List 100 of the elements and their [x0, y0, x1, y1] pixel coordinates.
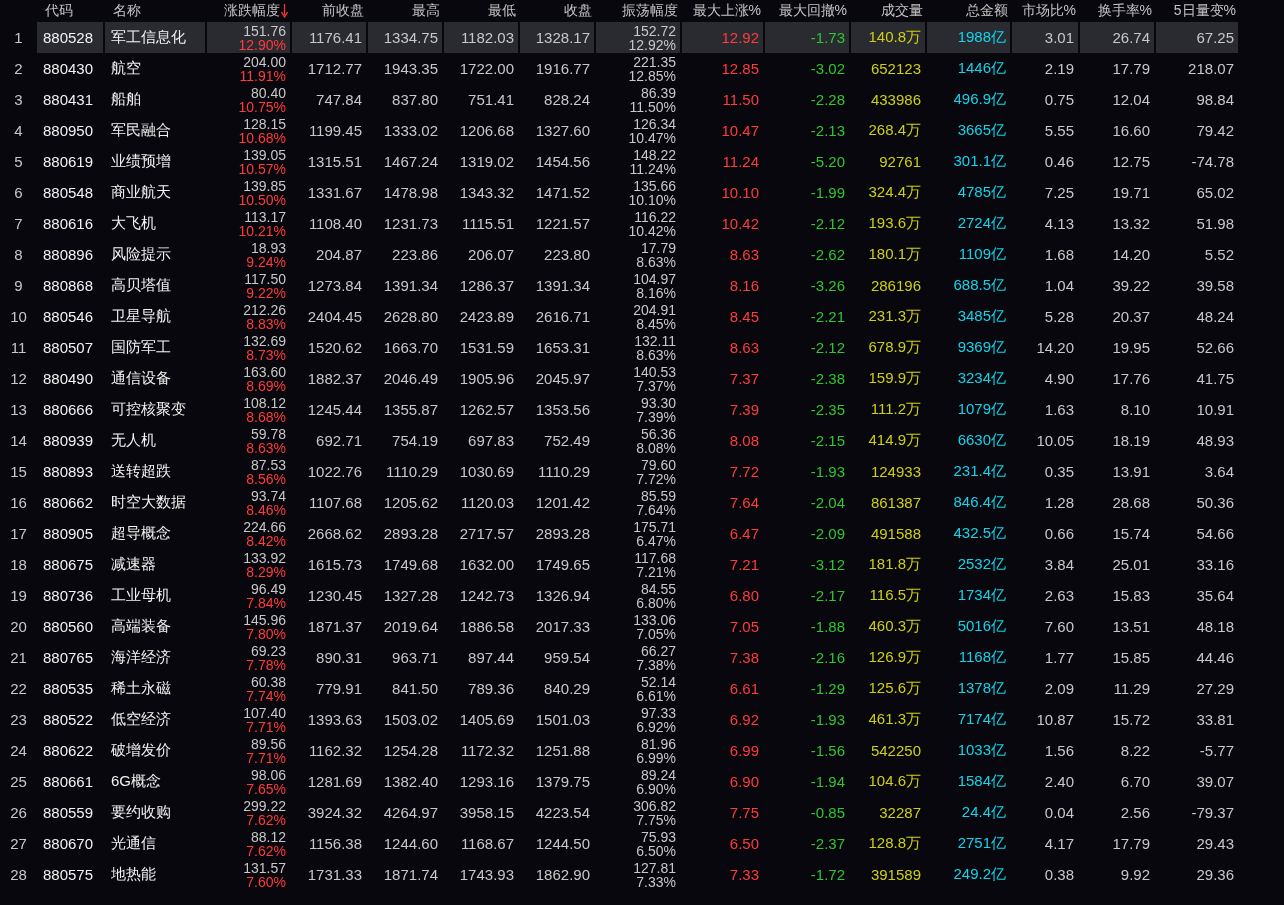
- table-row[interactable]: 880522 低空经济 107.40 7.71% 1393.63 1503.02 1405.69 1501.03 97.33 6.92% 6.92 -1.93 461.3万 7174亿 10.87 15.72 33.81: [37, 704, 1240, 735]
- column-header[interactable]: 振荡幅度: [622, 2, 678, 20]
- table-cell: 1168.67: [444, 828, 520, 859]
- change-percent: 9.24%: [246, 254, 286, 269]
- change-percent: 8.69%: [246, 378, 286, 393]
- table-row[interactable]: 880666 可控核聚变 108.12 8.68% 1245.44 1355.87 1262.57 1353.56 93.30 7.39% 7.39 -2.35 111.2万 1079亿 1.63 8.10 10.91: [37, 394, 1240, 425]
- change-value: 140.53: [633, 364, 676, 379]
- column-header[interactable]: 名称: [113, 2, 141, 20]
- table-cell: 39.07: [1156, 766, 1240, 797]
- change-value: 221.35: [633, 54, 676, 69]
- stock-code: 880548: [37, 177, 105, 208]
- column-header[interactable]: 成交量: [881, 2, 923, 20]
- table-cell: 54.66: [1156, 518, 1240, 549]
- sector-name: 高贝塔值: [105, 270, 207, 301]
- table-cell: 15.74: [1080, 518, 1156, 549]
- change-value: 299.22: [243, 798, 286, 813]
- table-cell: 1205.62: [368, 487, 444, 518]
- column-header[interactable]: 涨跌幅度: [224, 2, 280, 20]
- column-header[interactable]: 总金额: [966, 2, 1008, 20]
- column-header[interactable]: 最大上涨%: [692, 2, 761, 20]
- table-cell: 1244.60: [368, 828, 444, 859]
- column-header[interactable]: 前收盘: [322, 2, 364, 20]
- table-row[interactable]: 880619 业绩预增 139.05 10.57% 1315.51 1467.24 1319.02 1454.56 148.22 11.24% 11.24 -5.20 92761 301.1亿 0.46 12.75 -74.78: [37, 146, 1240, 177]
- table-row[interactable]: 880670 光通信 88.12 7.62% 1156.38 1244.60 1168.67 1244.50 75.93 6.50% 6.50 -2.37 128.8万 2751亿 4.17 17.79 29.43: [37, 828, 1240, 859]
- change-percent: 8.16%: [636, 285, 676, 300]
- table-cell: 2893.28: [520, 518, 596, 549]
- table-cell: 1.28: [1012, 487, 1080, 518]
- table-row[interactable]: 880546 卫星导航 212.26 8.83% 2404.45 2628.80 2423.89 2616.71 204.91 8.45% 8.45 -2.21 231.3万 3485亿 5.28 20.37 48.24: [37, 301, 1240, 332]
- table-cell: 8.10: [1080, 394, 1156, 425]
- change-percent: 8.46%: [246, 502, 286, 517]
- table-row[interactable]: 880490 通信设备 163.60 8.69% 1882.37 2046.49 1905.96 2045.97 140.53 7.37% 7.37 -2.38 159.9万 3234亿 4.90 17.76 41.75: [37, 363, 1240, 394]
- table-cell: 15.83: [1080, 580, 1156, 611]
- stock-code: 880431: [37, 84, 105, 115]
- table-cell: 2724亿: [927, 208, 1012, 239]
- change-percent: 7.21%: [636, 564, 676, 579]
- table-row[interactable]: 880528 军工信息化 151.76 12.90% 1176.41 1334.75 1182.03 1328.17 152.72 12.92% 12.92 -1.73 140.8万 1988亿 3.01 26.74 67.25: [37, 22, 1240, 53]
- table-row[interactable]: 880675 减速器 133.92 8.29% 1615.73 1749.68 1632.00 1749.65 117.68 7.21% 7.21 -3.12 181.8万 2532亿 3.84 25.01 33.16: [37, 549, 1240, 580]
- column-header[interactable]: 最高: [412, 2, 440, 20]
- change-percent: 7.72%: [636, 471, 676, 486]
- change-value: 128.15: [243, 116, 286, 131]
- column-header[interactable]: 市场比%: [1021, 2, 1076, 20]
- column-header[interactable]: 代码: [45, 2, 73, 20]
- table-cell: 28.68: [1080, 487, 1156, 518]
- table-row[interactable]: 880431 船舶 80.40 10.75% 747.84 837.80 751.41 828.24 86.39 11.50% 11.50 -2.28 433986 496.9亿 0.75 12.04 98.84: [37, 84, 1240, 115]
- change-percent: 12.90%: [238, 37, 286, 52]
- column-header[interactable]: 最低: [488, 2, 516, 20]
- table-cell: 1722.00: [444, 53, 520, 84]
- table-cell: 2045.97: [520, 363, 596, 394]
- change-value: 145.96: [243, 612, 286, 627]
- change-value: 59.78: [250, 426, 286, 441]
- table-cell: 0.38: [1012, 859, 1080, 890]
- table-row[interactable]: 880535 稀土永磁 60.38 7.74% 779.91 841.50 789.36 840.29 52.14 6.61% 6.61 -1.29 125.6万 1378亿 2.09 11.29 27.29: [37, 673, 1240, 704]
- change-percent: 7.78%: [246, 657, 286, 672]
- table-cell: 1107.68: [292, 487, 368, 518]
- table-row[interactable]: 880661 6G概念 98.06 7.65% 1281.69 1382.40 1293.16 1379.75 89.24 6.90% 6.90 -1.94 104.6万 1584亿 2.40 6.70 39.07: [37, 766, 1240, 797]
- table-row[interactable]: 880736 工业母机 96.49 7.84% 1230.45 1327.28 1242.73 1326.94 84.55 6.80% 6.80 -2.17 116.5万 1734亿 2.63 15.83 35.64: [37, 580, 1240, 611]
- table-row[interactable]: 880616 大飞机 113.17 10.21% 1108.40 1231.73 1115.51 1221.57 116.22 10.42% 10.42 -2.12 193.6万 2724亿 4.13 13.32 51.98: [37, 208, 1240, 239]
- column-header[interactable]: 换手率%: [1097, 2, 1152, 20]
- table-row[interactable]: 880548 商业航天 139.85 10.50% 1331.67 1478.98 1343.32 1471.52 135.66 10.10% 10.10 -1.99 324.4万 4785亿 7.25 19.71 65.02: [37, 177, 1240, 208]
- table-cell: 3.01: [1012, 22, 1080, 53]
- change-percent: 7.37%: [636, 378, 676, 393]
- sector-name: 送转超跌: [105, 456, 207, 487]
- table-row[interactable]: 880950 军民融合 128.15 10.68% 1199.45 1333.02 1206.68 1327.60 126.34 10.47% 10.47 -2.13 268.4万 3665亿 5.55 16.60 79.42: [37, 115, 1240, 146]
- table-cell: 67.25: [1156, 22, 1240, 53]
- table-cell: 7.38: [682, 642, 765, 673]
- change-value: 79.60: [640, 457, 676, 472]
- table-cell: 1712.77: [292, 53, 368, 84]
- change-value: 132.11: [634, 333, 676, 348]
- table-row[interactable]: 880559 要约收购 299.22 7.62% 3924.32 4264.97 3958.15 4223.54 306.82 7.75% 7.75 -0.85 32287 24.4亿 0.04 2.56 -79.37: [37, 797, 1240, 828]
- table-row[interactable]: 880893 送转超跌 87.53 8.56% 1022.76 1110.29 1030.69 1110.29 79.60 7.72% 7.72 -1.93 124933 231.4亿 0.35 13.91 3.64: [37, 456, 1240, 487]
- table-cell: 1176.41: [292, 22, 368, 53]
- column-header[interactable]: 最大回撤%: [778, 2, 847, 20]
- row-number: 3: [14, 91, 23, 108]
- change-percent: 7.84%: [246, 595, 286, 610]
- table-row[interactable]: 880662 时空大数据 93.74 8.46% 1107.68 1205.62 1120.03 1201.42 85.59 7.64% 7.64 -2.04 861387 846.4亿 1.28 28.68 50.36: [37, 487, 1240, 518]
- table-row[interactable]: 880905 超导概念 224.66 8.42% 2668.62 2893.28 2717.57 2893.28 175.71 6.47% 6.47 -2.09 491588 432.5亿 0.66 15.74 54.66: [37, 518, 1240, 549]
- table-cell: 13.91: [1080, 456, 1156, 487]
- table-cell: 0.46: [1012, 146, 1080, 177]
- change-value: 139.85: [243, 178, 286, 193]
- table-row[interactable]: 880560 高端装备 145.96 7.80% 1871.37 2019.64 1886.58 2017.33 133.06 7.05% 7.05 -1.88 460.3万 5016亿 7.60 13.51 48.18: [37, 611, 1240, 642]
- table-row[interactable]: 880765 海洋经济 69.23 7.78% 890.31 963.71 897.44 959.54 66.27 7.38% 7.38 -2.16 126.9万 1168亿 1.77 15.85 44.46: [37, 642, 1240, 673]
- table-cell: 1731.33: [292, 859, 368, 890]
- table-cell: 39.22: [1080, 270, 1156, 301]
- table-cell: 231.4亿: [927, 456, 1012, 487]
- row-number: 18: [10, 556, 27, 573]
- table-cell: 204.87: [292, 239, 368, 270]
- table-cell: 1281.69: [292, 766, 368, 797]
- table-row[interactable]: 880575 地热能 131.57 7.60% 1731.33 1871.74 1743.93 1862.90 127.81 7.33% 7.33 -1.72 391589 249.2亿 0.38 9.92 29.36: [37, 859, 1240, 890]
- table-cell: 1471.52: [520, 177, 596, 208]
- column-header[interactable]: 5日量变%: [1173, 2, 1236, 20]
- table-row[interactable]: 880896 风险提示 18.93 9.24% 204.87 223.86 206.07 223.80 17.79 8.63% 8.63 -2.62 180.1万 1109亿 1.68 14.20 5.52: [37, 239, 1240, 270]
- table-row[interactable]: 880622 破增发价 89.56 7.71% 1162.32 1254.28 1172.32 1251.88 81.96 6.99% 6.99 -1.56 542250 1033亿 1.56 8.22 -5.77: [37, 735, 1240, 766]
- stock-code: 880662: [37, 487, 105, 518]
- column-header[interactable]: 收盘: [564, 2, 592, 20]
- table-cell: 50.36: [1156, 487, 1240, 518]
- change-value: 133.92: [243, 550, 286, 565]
- table-row[interactable]: 880868 高贝塔值 117.50 9.22% 1273.84 1391.34 1286.37 1391.34 104.97 8.16% 8.16 -3.26 286196 688.5亿 1.04 39.22 39.58: [37, 270, 1240, 301]
- table-row[interactable]: 880430 航空 204.00 11.91% 1712.77 1943.35 1722.00 1916.77 221.35 12.85% 12.85 -3.02 652123 1446亿 2.19 17.79 218.07: [37, 53, 1240, 84]
- table-row[interactable]: 880939 无人机 59.78 8.63% 692.71 754.19 697.83 752.49 56.36 8.08% 8.08 -2.15 414.9万 6630亿 10.05 18.19 48.93: [37, 425, 1240, 456]
- table-row[interactable]: 880507 国防军工 132.69 8.73% 1520.62 1663.70 1531.59 1653.31 132.11 8.63% 8.63 -2.12 678.9万 9369亿 14.20 19.95 52.66: [37, 332, 1240, 363]
